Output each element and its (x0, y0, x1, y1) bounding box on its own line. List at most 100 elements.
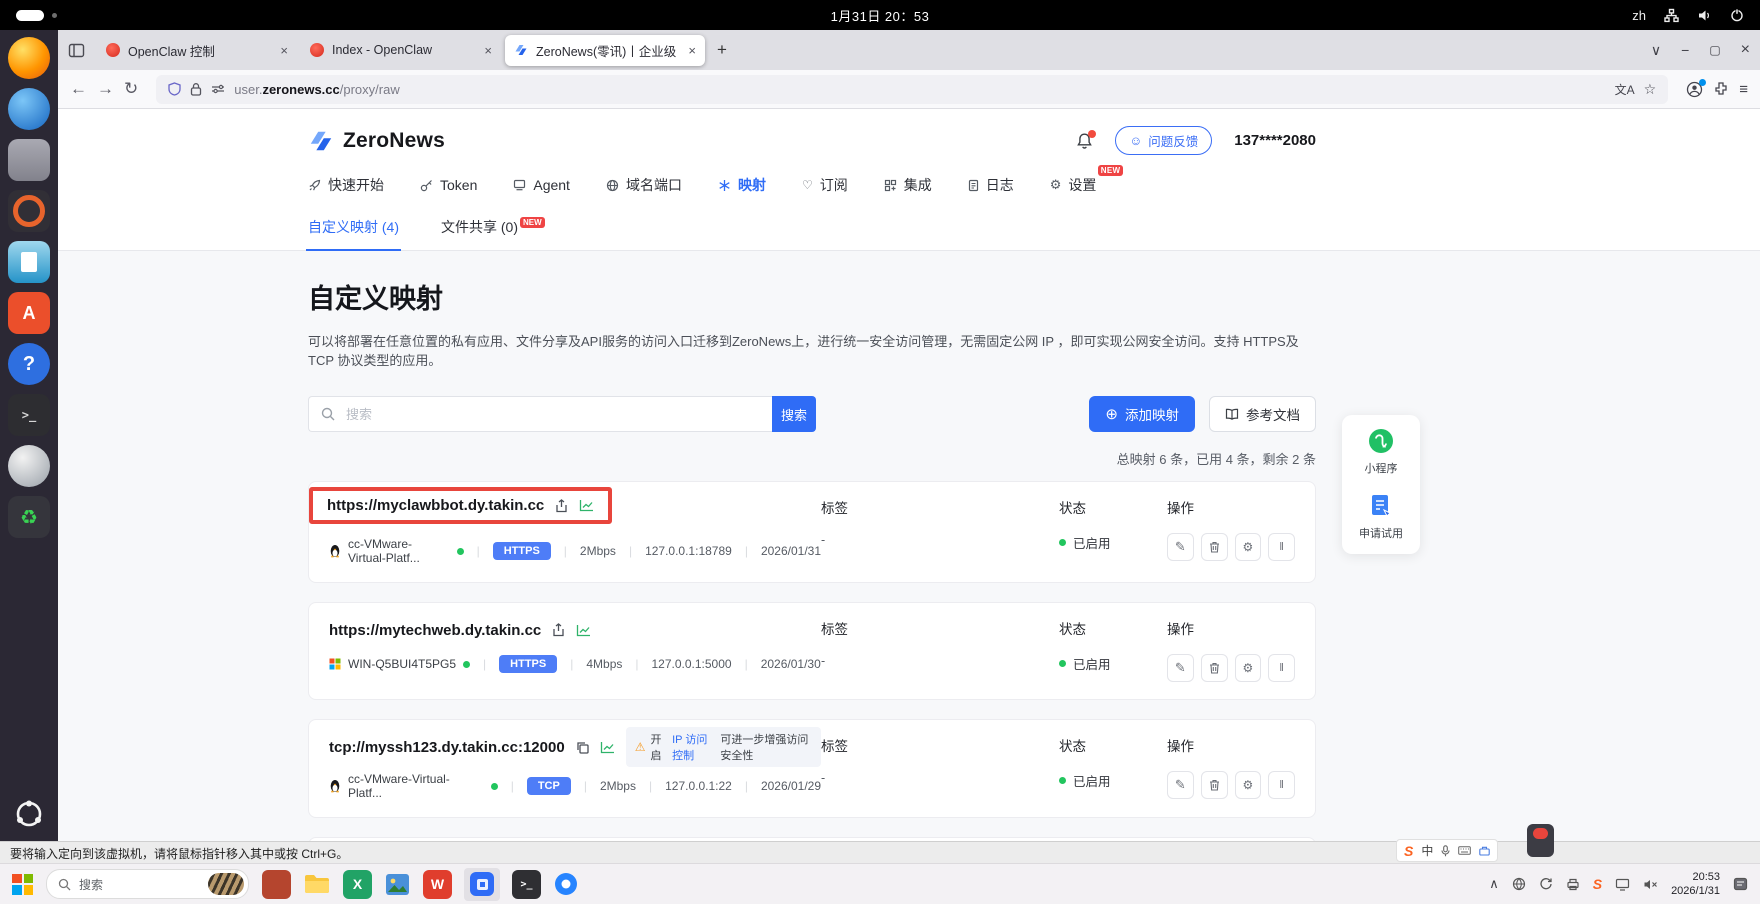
nav-quickstart[interactable]: 快速开始 (308, 175, 384, 195)
taskbar-app-photos[interactable] (384, 871, 411, 898)
taskbar-app-store[interactable] (262, 870, 291, 899)
close-window-icon[interactable]: × (1741, 41, 1750, 59)
edit-button[interactable]: ✎ (1167, 533, 1194, 561)
docs-button[interactable]: 参考文档 (1209, 396, 1316, 432)
translate-icon[interactable]: 文A (1615, 81, 1635, 98)
minimize-icon[interactable]: − (1681, 42, 1689, 58)
traffic-chart-icon[interactable] (600, 741, 615, 754)
zeronews-logo[interactable]: ZeroNews (308, 128, 445, 154)
tray-sync-icon[interactable] (1539, 877, 1553, 891)
system-clock[interactable]: 1月31日 20：53 (831, 6, 930, 25)
share-icon[interactable] (552, 623, 565, 637)
start-button[interactable] (12, 874, 33, 895)
tray-chevron-up-icon[interactable]: ∧ (1489, 876, 1499, 892)
taskbar-app-wps[interactable]: W (423, 870, 452, 899)
browser-tab-active[interactable]: ZeroNews(零讯)丨企业级 × (505, 35, 705, 66)
show-applications-icon[interactable] (8, 793, 50, 835)
sogou-ime-bar[interactable]: S 中 (1396, 839, 1498, 862)
taskbar-search[interactable]: 搜索 (46, 869, 249, 899)
firefox-dock-icon[interactable] (8, 37, 50, 79)
account-icon[interactable] (1686, 81, 1703, 98)
browser-tab[interactable]: OpenClaw 控制 × (97, 35, 297, 66)
nav-agent[interactable]: Agent (513, 175, 570, 195)
pause-button[interactable]: ‖ (1268, 533, 1295, 561)
nav-subscription[interactable]: ♡ 订阅 (802, 175, 848, 195)
thunderbird-dock-icon[interactable] (8, 88, 50, 130)
search-highlight-image[interactable] (208, 873, 244, 895)
search-input[interactable] (344, 406, 760, 423)
terminal-dock-icon[interactable]: >_ (8, 394, 50, 436)
share-icon[interactable] (555, 499, 568, 513)
tray-cast-icon[interactable] (1615, 878, 1630, 891)
mic-icon[interactable] (1441, 845, 1450, 857)
nav-integrations[interactable]: 集成 (884, 175, 932, 195)
list-tabs-icon[interactable]: ∨ (1651, 42, 1661, 59)
sogou-assistant-widget[interactable] (1527, 824, 1554, 857)
pause-button[interactable]: ‖ (1268, 771, 1295, 799)
nav-settings[interactable]: ⚙ 设置 NEW (1050, 175, 1097, 195)
ip-acl-link[interactable]: IP 访问控制 (672, 731, 715, 763)
libreoffice-dock-icon[interactable] (8, 241, 50, 283)
shield-icon[interactable] (168, 82, 181, 96)
nav-logs[interactable]: 日志 (968, 175, 1014, 195)
tab-close-icon[interactable]: × (688, 43, 696, 58)
search-button[interactable]: 搜索 (772, 396, 816, 432)
tab-close-icon[interactable]: × (484, 43, 492, 58)
settings-button[interactable]: ⚙ (1235, 654, 1262, 682)
taskbar-app-excel[interactable]: X (343, 870, 372, 899)
taskbar-app-terminal[interactable]: >_ (512, 870, 541, 899)
tab-manager-icon[interactable] (68, 42, 85, 59)
app-store-dock-icon[interactable]: A (8, 292, 50, 334)
files-dock-icon[interactable] (8, 139, 50, 181)
copy-icon[interactable] (576, 741, 589, 754)
edit-button[interactable]: ✎ (1167, 654, 1194, 682)
tab-custom-mappings[interactable]: 自定义映射 (4) (308, 208, 399, 250)
network-icon[interactable] (1664, 8, 1679, 23)
extensions-icon[interactable] (1713, 81, 1729, 97)
trial-entry[interactable]: 申请试用 (1359, 493, 1403, 541)
taskbar-app-active[interactable] (464, 868, 500, 901)
nav-token[interactable]: Token (420, 175, 477, 195)
pause-button[interactable]: ‖ (1268, 654, 1295, 682)
tab-close-icon[interactable]: × (280, 43, 288, 58)
power-icon[interactable] (1730, 8, 1744, 22)
tray-network-icon[interactable] (1512, 877, 1526, 891)
back-icon[interactable]: ← (70, 79, 87, 99)
delete-button[interactable] (1201, 654, 1228, 682)
workspace-indicator[interactable] (16, 10, 57, 21)
mapping-url[interactable]: https://myclawbbot.dy.takin.cc (327, 497, 544, 514)
feedback-button[interactable]: ☺ 问题反馈 (1115, 126, 1212, 155)
prism-dock-icon[interactable] (8, 445, 50, 487)
keyboard-icon[interactable] (1458, 846, 1471, 855)
nav-domains[interactable]: 域名端口 (606, 175, 682, 195)
browser-tab[interactable]: Index - OpenClaw × (301, 35, 501, 66)
permissions-icon[interactable] (211, 83, 225, 95)
help-dock-icon[interactable]: ? (8, 343, 50, 385)
tray-clock[interactable]: 20:53 2026/1/31 (1671, 870, 1720, 899)
traffic-chart-icon[interactable] (576, 624, 591, 637)
lock-icon[interactable] (190, 82, 202, 96)
edit-button[interactable]: ✎ (1167, 771, 1194, 799)
trash-dock-icon[interactable]: ♻ (8, 496, 50, 538)
settings-button[interactable]: ⚙ (1235, 533, 1262, 561)
ime-mode-chinese[interactable]: 中 (1421, 842, 1433, 859)
delete-button[interactable] (1201, 533, 1228, 561)
tray-printer-icon[interactable] (1566, 878, 1580, 891)
mapping-url[interactable]: tcp://myssh123.dy.takin.cc:12000 (329, 739, 565, 756)
menu-icon[interactable]: ≡ (1739, 81, 1748, 98)
tray-sogou-icon[interactable]: S (1593, 876, 1602, 892)
delete-button[interactable] (1201, 771, 1228, 799)
url-text[interactable]: user.zeronews.cc/proxy/raw (234, 82, 399, 97)
notifications-bell-icon[interactable] (1076, 132, 1093, 150)
new-tab-icon[interactable]: + (717, 40, 727, 60)
miniprogram-entry[interactable]: 小程序 (1365, 428, 1398, 476)
bookmark-star-icon[interactable]: ☆ (1644, 81, 1657, 98)
volume-icon[interactable] (1697, 8, 1712, 23)
add-mapping-button[interactable]: ⊕ 添加映射 (1089, 396, 1195, 432)
toolbox-icon[interactable] (1479, 846, 1490, 856)
sogou-logo-icon[interactable]: S (1404, 843, 1413, 859)
forward-icon[interactable]: → (97, 79, 114, 99)
account-phone[interactable]: 137****2080 (1234, 132, 1316, 149)
settings-button[interactable]: ⚙ (1235, 771, 1262, 799)
mapping-url[interactable]: https://mytechweb.dy.takin.cc (329, 622, 541, 639)
